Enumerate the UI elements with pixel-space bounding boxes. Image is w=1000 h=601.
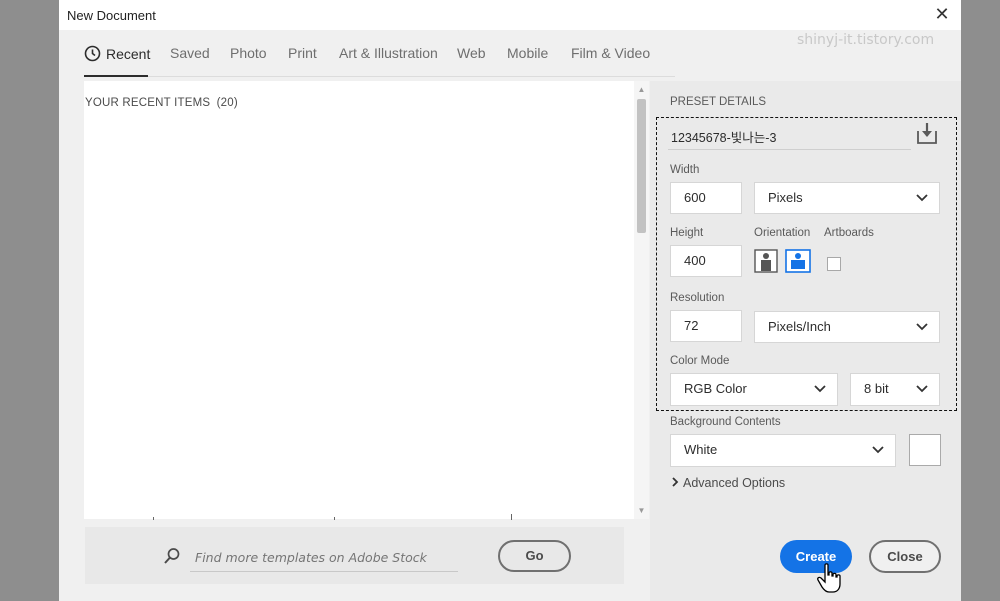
advanced-options-label: Advanced Options bbox=[683, 476, 786, 490]
bit-depth-select[interactable]: 8 bit bbox=[850, 373, 940, 406]
tab-mobile[interactable]: Mobile bbox=[507, 45, 548, 61]
active-tab-indicator bbox=[84, 75, 148, 77]
color-mode-value: RGB Color bbox=[684, 381, 747, 396]
chevron-right-icon bbox=[672, 477, 679, 487]
background-color-swatch[interactable] bbox=[909, 434, 941, 466]
watermark: shinyj-it.tistory.com bbox=[797, 32, 935, 48]
chevron-down-icon bbox=[916, 194, 928, 202]
preset-name-field[interactable]: 12345678-빛나는-3 bbox=[671, 127, 776, 146]
recent-items-panel: YOUR RECENT ITEMS (20) bbox=[84, 81, 649, 519]
chevron-down-icon bbox=[872, 446, 884, 454]
save-preset-icon[interactable] bbox=[916, 121, 938, 145]
background-contents-value: White bbox=[684, 442, 718, 457]
preset-name-underline bbox=[668, 149, 911, 150]
width-unit-select[interactable]: Pixels bbox=[754, 182, 940, 214]
recent-scrollbar[interactable]: ▲ ▼ bbox=[634, 81, 649, 519]
tab-saved[interactable]: Saved bbox=[170, 45, 210, 61]
stock-search-bar: Go bbox=[85, 527, 624, 584]
tabs-divider bbox=[84, 76, 675, 77]
landscape-orientation-icon[interactable] bbox=[785, 249, 811, 273]
scroll-up-arrow-icon[interactable]: ▲ bbox=[637, 85, 646, 94]
artboards-label: Artboards bbox=[824, 227, 874, 239]
tab-art-illustration[interactable]: Art & Illustration bbox=[339, 45, 438, 61]
height-label: Height bbox=[670, 227, 704, 239]
width-label: Width bbox=[670, 164, 700, 176]
tab-label: Recent bbox=[106, 46, 151, 62]
recent-heading-text: YOUR RECENT ITEMS bbox=[85, 97, 211, 109]
chevron-down-icon bbox=[814, 385, 826, 393]
resolution-input[interactable]: 72 bbox=[670, 310, 742, 342]
resolution-unit-value: Pixels/Inch bbox=[768, 319, 831, 334]
thumbnail-edge bbox=[153, 517, 154, 520]
portrait-orientation-icon[interactable] bbox=[754, 249, 778, 273]
advanced-options-toggle[interactable]: Advanced Options bbox=[670, 476, 785, 490]
color-mode-label: Color Mode bbox=[670, 355, 730, 367]
clock-icon bbox=[84, 45, 101, 62]
artboards-checkbox[interactable] bbox=[827, 257, 841, 271]
resolution-unit-select[interactable]: Pixels/Inch bbox=[754, 311, 940, 343]
tab-print[interactable]: Print bbox=[288, 45, 317, 61]
scroll-thumb[interactable] bbox=[637, 99, 646, 233]
chevron-down-icon bbox=[916, 323, 928, 331]
tab-web[interactable]: Web bbox=[457, 45, 486, 61]
title-bar: New Document ✕ bbox=[59, 0, 961, 30]
scroll-down-arrow-icon[interactable]: ▼ bbox=[637, 506, 646, 515]
preset-details-heading: PRESET DETAILS bbox=[670, 96, 767, 108]
tab-photo[interactable]: Photo bbox=[230, 45, 267, 61]
preset-details-panel: PRESET DETAILS 12345678-빛나는-3 Width 600 … bbox=[650, 81, 961, 601]
tab-film-video[interactable]: Film & Video bbox=[571, 45, 650, 61]
thumbnail-edge bbox=[334, 517, 335, 520]
recent-count: (20) bbox=[216, 97, 238, 109]
tab-recent[interactable]: Recent bbox=[84, 45, 150, 62]
hand-pointer-cursor-icon bbox=[817, 563, 841, 593]
window-title: New Document bbox=[67, 8, 156, 23]
color-mode-select[interactable]: RGB Color bbox=[670, 373, 838, 406]
thumbnail-edge bbox=[511, 514, 512, 520]
resolution-label: Resolution bbox=[670, 292, 725, 304]
new-document-dialog: New Document ✕ Recent Saved Photo Print … bbox=[59, 0, 961, 601]
close-icon[interactable]: ✕ bbox=[930, 4, 954, 26]
width-input[interactable]: 600 bbox=[670, 182, 742, 214]
recent-items-heading: YOUR RECENT ITEMS (20) bbox=[85, 97, 238, 109]
orientation-label: Orientation bbox=[754, 227, 811, 239]
height-input[interactable]: 400 bbox=[670, 245, 742, 277]
background-contents-label: Background Contents bbox=[670, 416, 781, 428]
bit-depth-value: 8 bit bbox=[864, 381, 889, 396]
stock-search-input[interactable] bbox=[190, 544, 458, 572]
close-button[interactable]: Close bbox=[869, 540, 941, 573]
chevron-down-icon bbox=[916, 385, 928, 393]
search-icon bbox=[164, 548, 180, 564]
go-button[interactable]: Go bbox=[498, 540, 571, 572]
background-contents-select[interactable]: White bbox=[670, 434, 896, 467]
width-unit-value: Pixels bbox=[768, 190, 803, 205]
